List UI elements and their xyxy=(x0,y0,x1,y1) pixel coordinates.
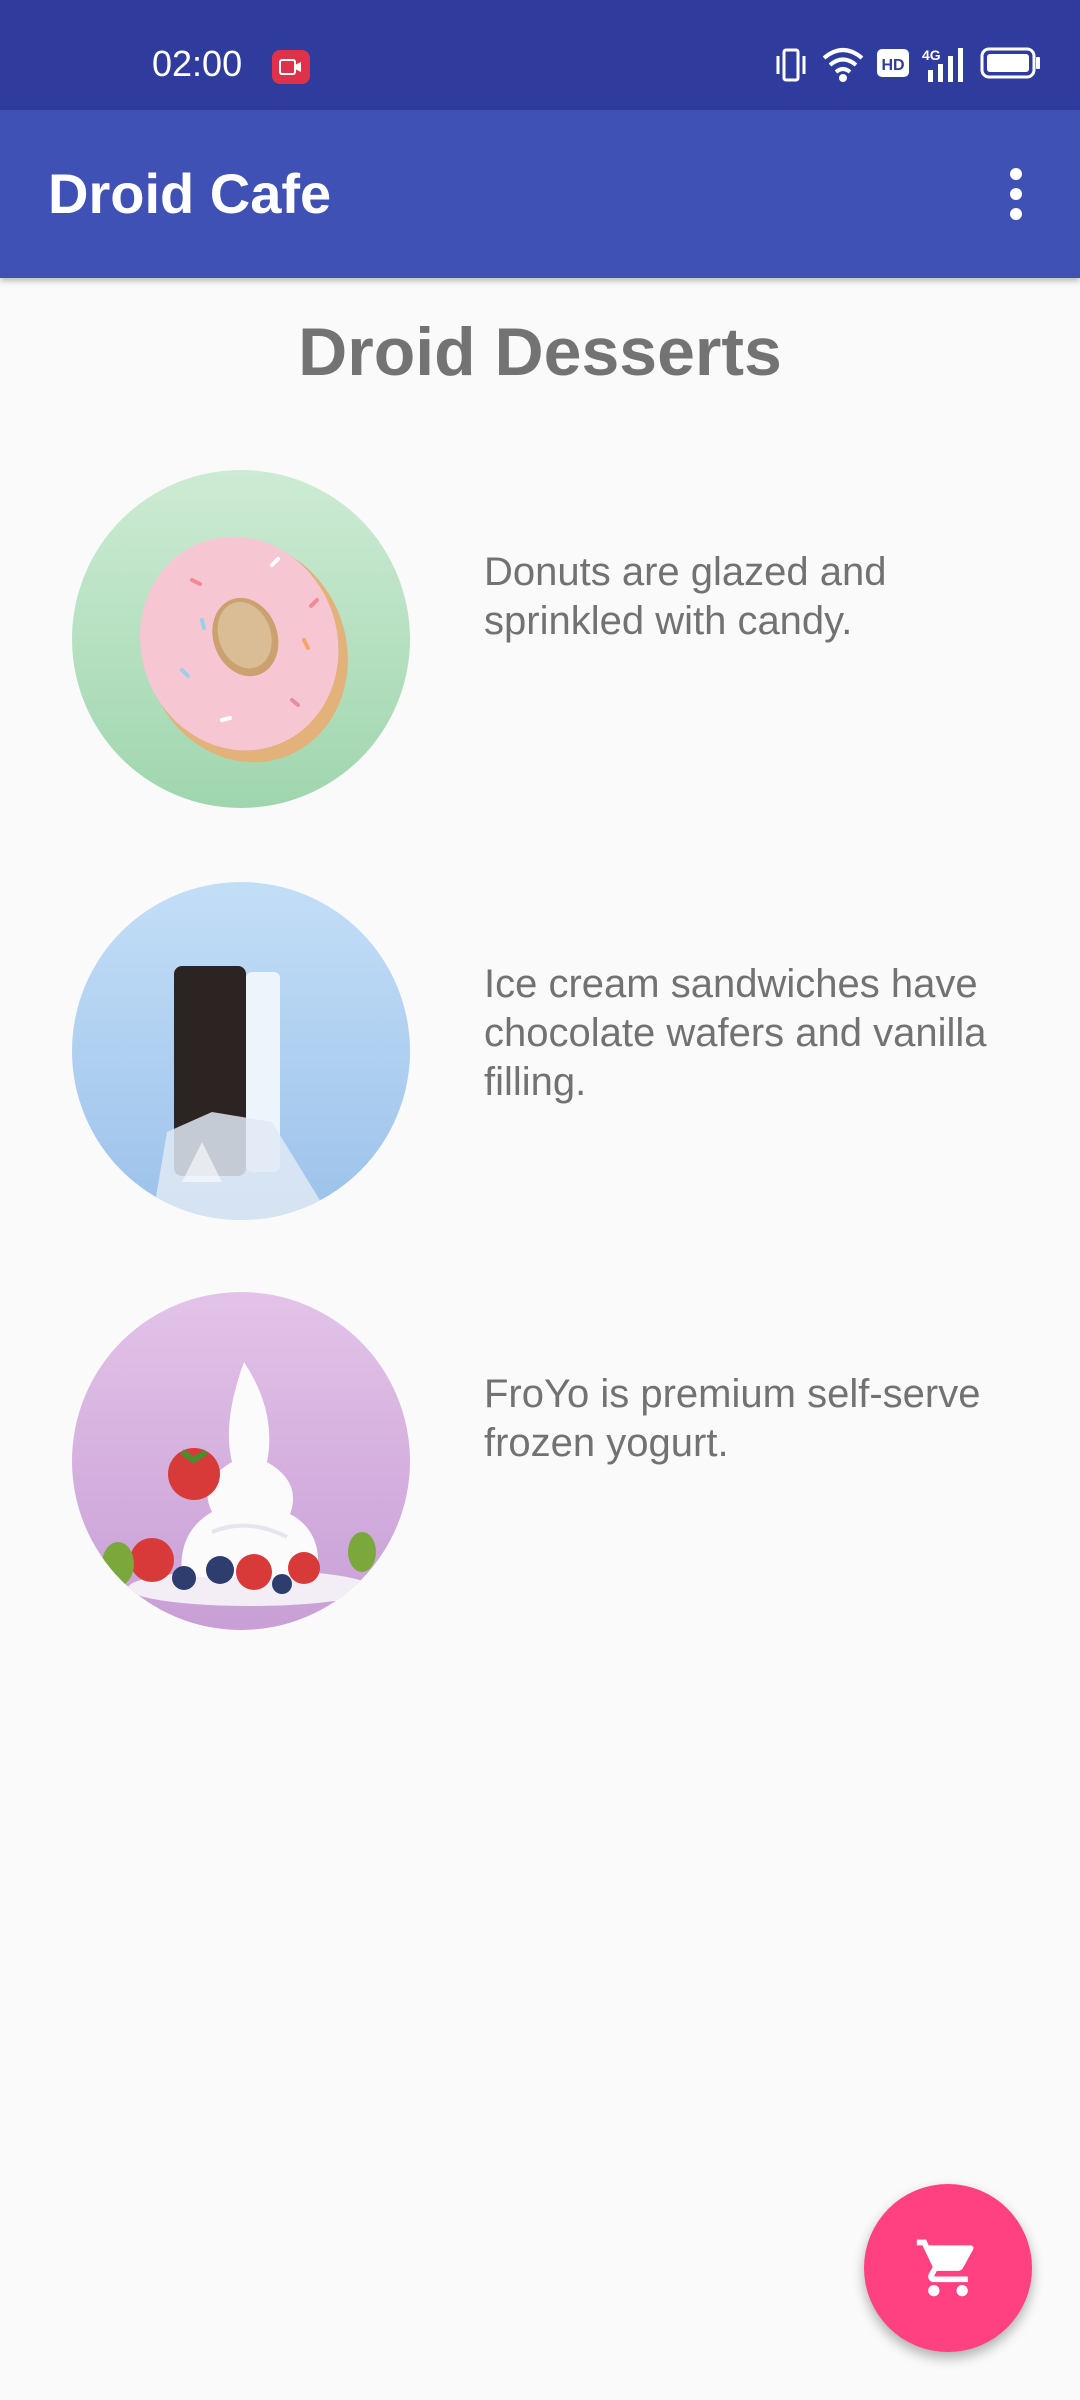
app-bar: Droid Cafe xyxy=(0,110,1080,278)
froyo-description: FroYo is premium self-serve frozen yogur… xyxy=(484,1372,981,1465)
wifi-icon xyxy=(822,46,864,89)
app-title: Droid Cafe xyxy=(48,162,332,225)
page-title: Droid Desserts xyxy=(298,314,782,390)
signal-4g-icon: 4G xyxy=(922,46,968,89)
donut-image[interactable] xyxy=(72,470,410,808)
status-bar: 02:00 HD 4G xyxy=(0,0,1080,110)
overflow-menu-button[interactable] xyxy=(976,154,1056,234)
hd-icon: HD xyxy=(876,46,910,85)
overflow-dot xyxy=(1010,188,1022,200)
screen-record-icon xyxy=(272,50,310,84)
overflow-dot xyxy=(1010,208,1022,220)
hd-label: HD xyxy=(881,57,904,74)
cart-icon xyxy=(916,2239,974,2297)
vibrate-icon xyxy=(774,46,808,89)
overflow-menu-icon xyxy=(1010,168,1022,180)
network-label: 4G xyxy=(922,47,941,63)
battery-icon xyxy=(980,46,1042,85)
status-time: 02:00 xyxy=(152,43,243,84)
froyo-image[interactable] xyxy=(72,1292,410,1630)
donut-description: Donuts are glazed and sprinkled with can… xyxy=(484,550,887,643)
cart-button[interactable] xyxy=(864,2184,1032,2352)
ice-cream-sandwich-description: Ice cream sandwiches have chocolate wafe… xyxy=(484,962,987,1104)
ice-cream-sandwich-image[interactable] xyxy=(72,882,410,1220)
